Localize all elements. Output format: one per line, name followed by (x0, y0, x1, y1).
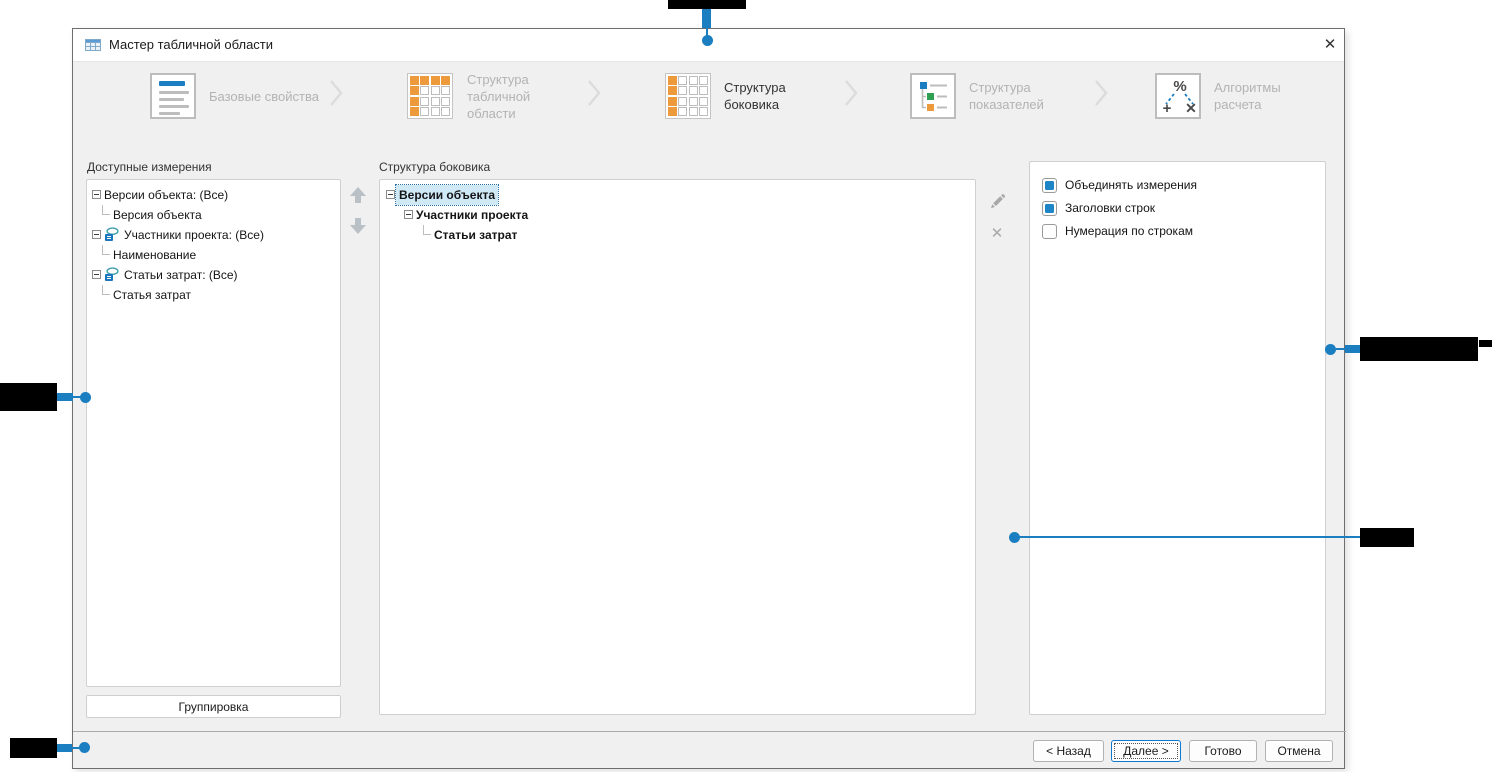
move-down-icon[interactable] (350, 218, 366, 235)
linked-dimension-icon (105, 267, 119, 281)
table-header-row-column-icon (407, 73, 453, 119)
chevron-right-icon (845, 80, 858, 106)
window-title: Мастер табличной области (109, 37, 274, 52)
tree-item-cost-items-node[interactable]: Статьи затрат (380, 225, 975, 245)
option-merge-dimensions[interactable]: Объединять измерения (1030, 176, 1325, 196)
back-button[interactable]: < Назад (1033, 740, 1104, 762)
tree-item-label[interactable]: Версии объекта: (Все) (104, 185, 228, 205)
step-indicators-structure[interactable] (910, 73, 956, 119)
annotation-redacted-label-left (0, 383, 57, 411)
collapse-expander-icon[interactable] (92, 270, 101, 279)
tree-item-cost-item-child[interactable]: Статья затрат (87, 285, 340, 305)
tree-item-label[interactable]: Статья затрат (113, 285, 191, 305)
collapse-expander-icon[interactable] (92, 230, 101, 239)
row-options-panel: Объединять измерения Заголовки строк Нум… (1029, 161, 1326, 715)
checkbox-label[interactable]: Заголовки строк (1065, 199, 1155, 218)
annotation-redacted-label-bottom (10, 738, 57, 758)
step-label-indicators-structure[interactable]: Структура показателей (969, 73, 1079, 119)
tree-item-label[interactable]: Наименование (113, 245, 196, 265)
checkbox-row-numbering[interactable] (1042, 224, 1057, 239)
collapse-expander-icon[interactable] (404, 210, 413, 219)
annotation-redacted-label-top (668, 0, 746, 9)
annotation-redacted-label-right-lower (1360, 528, 1414, 547)
tree-item-participants-parent[interactable]: Участники проекта: (Все) (87, 225, 340, 245)
edit-pencil-icon[interactable] (988, 193, 1006, 211)
cancel-button[interactable]: Отмена (1265, 740, 1333, 762)
wizard-dialog: Мастер табличной области ✕ Базовые свойс… (72, 28, 1346, 769)
step-label-calculation-algorithms[interactable]: Алгоритмы расчета (1214, 73, 1324, 119)
collapse-expander-icon[interactable] (386, 190, 395, 199)
tree-item-versions-node[interactable]: Версии объекта (380, 184, 975, 206)
step-basic-properties[interactable] (150, 73, 196, 119)
annotation-connector-thick (702, 9, 711, 28)
annotation-dot (79, 742, 90, 753)
footer-divider (73, 731, 1346, 732)
table-side-column-icon (665, 73, 711, 119)
tree-item-label[interactable]: Участники проекта: (Все) (124, 225, 264, 245)
annotation-dot (1325, 344, 1336, 355)
available-dimensions-list: Версии объекта: (Все) Версия объекта Уча… (86, 179, 341, 687)
selected-tree-item-label[interactable]: Версии объекта (395, 184, 499, 206)
option-row-numbering[interactable]: Нумерация по строкам (1030, 222, 1325, 242)
checkbox-merge-dimensions[interactable] (1042, 178, 1057, 193)
step-table-area-structure[interactable] (407, 73, 453, 119)
annotation-connector-thick (57, 393, 73, 401)
annotation-connector-thick (1345, 345, 1360, 353)
step-calculation-algorithms[interactable]: % + ✕ (1155, 73, 1201, 119)
tree-item-name-child[interactable]: Наименование (87, 245, 340, 265)
tree-item-label[interactable]: Версия объекта (113, 205, 202, 225)
annotation-redacted-dash (1479, 340, 1492, 347)
checkbox-label[interactable]: Объединять измерения (1065, 176, 1197, 195)
available-dimensions-header: Доступные измерения (87, 160, 212, 174)
annotation-dot (702, 35, 713, 46)
chevron-right-icon (330, 80, 343, 106)
annotation-connector-thick (57, 744, 72, 752)
annotation-dot (80, 392, 91, 403)
wizard-step-strip: Базовые свойства Структура табличной обл… (73, 61, 1344, 147)
chevron-right-icon (588, 80, 601, 106)
tree-connector-line (423, 225, 431, 235)
step-sidebar-structure[interactable] (665, 73, 711, 119)
linked-dimension-icon (105, 227, 119, 241)
chevron-right-icon (1095, 80, 1108, 106)
step-label-sidebar-structure[interactable]: Структура боковика (724, 73, 834, 119)
step-label-basic-properties[interactable]: Базовые свойства (209, 73, 319, 119)
delete-x-icon[interactable]: ✕ (988, 225, 1006, 243)
tree-item-cost-items-parent[interactable]: Статьи затрат: (Все) (87, 265, 340, 285)
checkbox-row-headers[interactable] (1042, 201, 1057, 216)
percent-plus-multiply-icon: % + ✕ (1155, 73, 1201, 119)
step-label-table-area-structure[interactable]: Структура табличной области (467, 72, 577, 121)
tree-item-label[interactable]: Статьи затрат (434, 225, 517, 245)
svg-text:%: % (1173, 78, 1186, 95)
table-grid-icon (85, 39, 101, 51)
checkbox-label[interactable]: Нумерация по строкам (1065, 222, 1193, 241)
svg-text:+: + (1163, 100, 1172, 117)
grouping-button[interactable]: Группировка (86, 695, 341, 718)
sidebar-structure-tree: Версии объекта Участники проекта Статьи … (379, 179, 976, 715)
tree-item-label[interactable]: Участники проекта (416, 205, 528, 225)
sidebar-structure-header: Структура боковика (379, 160, 491, 174)
move-up-icon[interactable] (350, 187, 366, 204)
collapse-expander-icon[interactable] (92, 190, 101, 199)
tree-connector-line (102, 245, 110, 255)
document-properties-icon (150, 73, 196, 119)
option-row-headers[interactable]: Заголовки строк (1030, 199, 1325, 219)
annotation-redacted-label-right-upper (1360, 337, 1478, 361)
close-icon[interactable]: ✕ (1317, 33, 1343, 57)
tree-connector-line (102, 285, 110, 295)
tree-item-versions-parent[interactable]: Версии объекта: (Все) (87, 185, 340, 205)
annotation-connector-line (1019, 536, 1360, 538)
hierarchy-list-icon (910, 73, 956, 119)
svg-text:✕: ✕ (1185, 100, 1197, 116)
screenshot-canvas: Мастер табличной области ✕ Базовые свойс… (0, 0, 1492, 772)
finish-button[interactable]: Готово (1189, 740, 1257, 762)
tree-item-participants-node[interactable]: Участники проекта (380, 205, 975, 225)
next-button[interactable]: Далее > (1111, 740, 1181, 762)
tree-item-label[interactable]: Статьи затрат: (Все) (124, 265, 238, 285)
tree-item-version-child[interactable]: Версия объекта (87, 205, 340, 225)
tree-connector-line (102, 205, 110, 215)
